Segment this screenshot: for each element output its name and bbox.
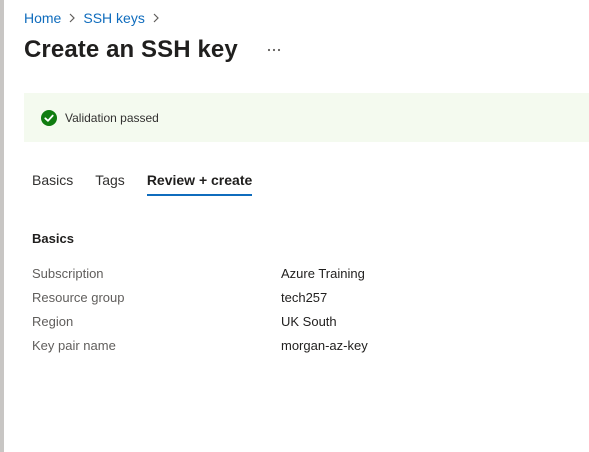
chevron-right-icon [68, 13, 76, 23]
detail-label: Subscription [32, 265, 104, 281]
tab-review-create[interactable]: Review + create [146, 172, 253, 198]
title-row: Create an SSH key [24, 36, 284, 64]
detail-row-resource-group: Resource group tech257 [32, 285, 368, 309]
breadcrumb-ssh-keys-link[interactable]: SSH keys [83, 10, 144, 26]
review-details: Subscription Azure Training Resource gro… [32, 261, 368, 357]
detail-label: Region [32, 313, 74, 329]
detail-label: Key pair name [32, 337, 116, 353]
check-circle-icon [41, 109, 57, 126]
detail-value: morgan-az-key [281, 337, 368, 353]
validation-message: Validation passed [65, 110, 159, 125]
detail-value: Azure Training [281, 265, 365, 281]
chevron-right-icon [152, 13, 160, 23]
breadcrumb: Home SSH keys [24, 10, 167, 26]
page-title: Create an SSH key [24, 36, 238, 63]
detail-label: Resource group [32, 289, 125, 305]
detail-value: UK South [281, 313, 337, 329]
section-title-basics: Basics [32, 231, 74, 246]
detail-row-key-pair-name: Key pair name morgan-az-key [32, 333, 368, 357]
tab-bar: Basics Tags Review + create [32, 172, 274, 198]
detail-value: tech257 [281, 289, 328, 305]
ellipsis-icon[interactable] [264, 40, 284, 60]
tab-tags[interactable]: Tags [95, 172, 125, 198]
breadcrumb-home-link[interactable]: Home [24, 10, 61, 26]
detail-row-subscription: Subscription Azure Training [32, 261, 368, 285]
tab-basics[interactable]: Basics [32, 172, 73, 198]
validation-banner: Validation passed [24, 93, 589, 142]
detail-row-region: Region UK South [32, 309, 368, 333]
left-edge-border [0, 0, 4, 452]
